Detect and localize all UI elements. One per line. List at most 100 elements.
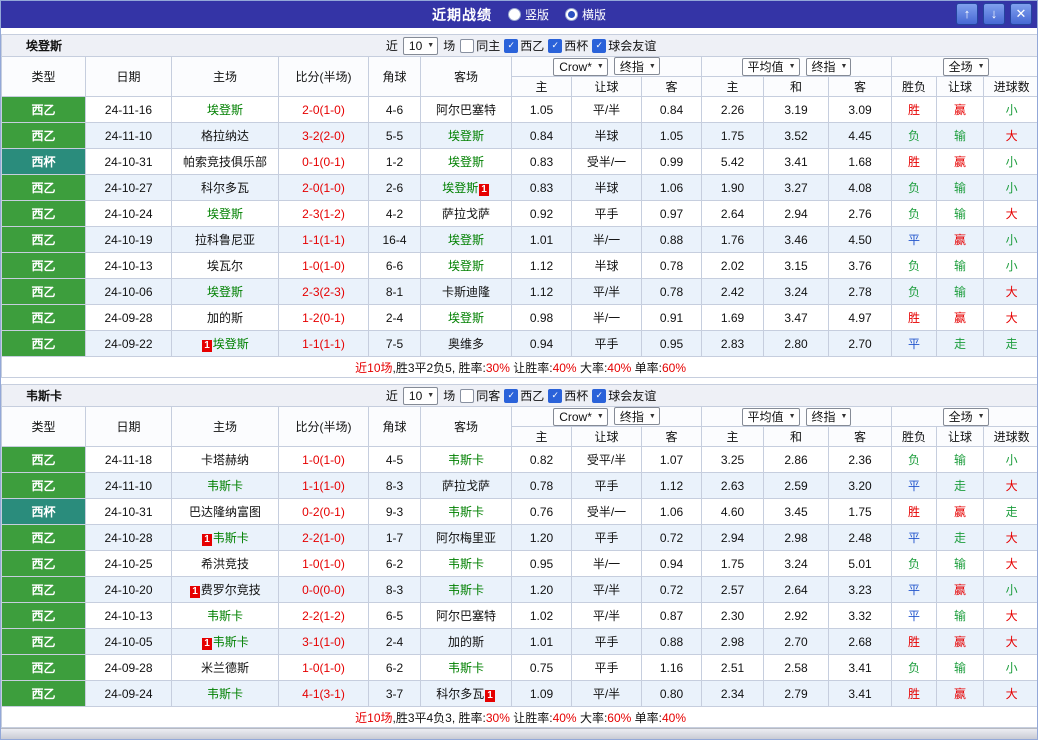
home-team-cell[interactable]: 希洪竞技 — [171, 550, 279, 577]
league-filter-1[interactable]: 西乙 — [504, 37, 544, 54]
away-team-cell[interactable]: 埃登斯 — [420, 252, 512, 279]
home-team-cell[interactable]: 1 费罗尔竞技 — [171, 576, 279, 603]
home-team-cell[interactable]: 埃瓦尔 — [171, 252, 279, 279]
home-team-cell[interactable]: 帕索竞技俱乐部 — [171, 148, 279, 175]
away-team-cell[interactable]: 韦斯卡 — [420, 446, 512, 473]
home-team-cell[interactable]: 拉科鲁尼亚 — [171, 226, 279, 253]
score-cell[interactable]: 0-2(0-1) — [278, 498, 369, 525]
result-scope-select[interactable]: 全场 ▼ — [942, 407, 989, 426]
odds-time-select[interactable]: 终指 ▼ — [613, 57, 660, 76]
score-cell[interactable]: 2-3(1-2) — [278, 200, 369, 227]
score-cell[interactable]: 2-3(2-3) — [278, 278, 369, 305]
home-team-cell[interactable]: 加的斯 — [171, 304, 279, 331]
score-cell[interactable]: 1-0(1-0) — [278, 654, 369, 681]
score-cell[interactable]: 1-0(1-0) — [278, 252, 369, 279]
away-team-cell[interactable]: 埃登斯 1 — [420, 174, 512, 201]
avg-draw-odds-cell: 2.59 — [763, 472, 829, 499]
score-cell[interactable]: 1-2(0-1) — [278, 304, 369, 331]
score-cell[interactable]: 0-1(0-1) — [278, 148, 369, 175]
layout-mode-vertical[interactable]: 竖版 — [507, 6, 549, 23]
avg-source-select[interactable]: 平均值 ▼ — [741, 407, 800, 426]
scroll-down-button[interactable]: ↓ — [983, 3, 1005, 25]
league-filter-1[interactable]: 西乙 — [504, 387, 544, 404]
away-team-cell[interactable]: 奥维多 — [420, 330, 512, 357]
sub-col-header: 客 — [641, 426, 702, 447]
avg-time-select-value: 终指 — [811, 410, 836, 424]
layout-mode-horizontal[interactable]: 横版 — [565, 6, 606, 23]
league-type-cell: 西乙 — [1, 252, 86, 279]
date-cell: 24-10-31 — [85, 498, 172, 525]
league-filter-3[interactable]: 球会友谊 — [592, 387, 656, 404]
crow-odds-group-header: Crow* ▼ 终指 ▼ — [511, 406, 702, 427]
odds-source-select[interactable]: Crow* ▼ — [553, 407, 608, 426]
same-venue-filter[interactable]: 同客 — [460, 387, 500, 404]
score-cell[interactable]: 1-0(1-0) — [278, 446, 369, 473]
league-filter-2[interactable]: 西杯 — [548, 387, 588, 404]
away-team-cell[interactable]: 埃登斯 — [420, 148, 512, 175]
crow-handicap-cell: 平手 — [571, 472, 642, 499]
crow-home-odds-cell: 0.83 — [511, 148, 572, 175]
away-team-cell[interactable]: 科尔多瓦 1 — [420, 680, 512, 707]
avg-source-select[interactable]: 平均值 ▼ — [741, 57, 800, 76]
match-count-select[interactable]: 10 ▼ — [402, 36, 439, 55]
crow-away-odds-cell: 0.78 — [641, 252, 702, 279]
score-cell[interactable]: 0-0(0-0) — [278, 576, 369, 603]
home-team-cell[interactable]: 埃登斯 — [171, 278, 279, 305]
home-team-cell[interactable]: 科尔多瓦 — [171, 174, 279, 201]
home-team-cell[interactable]: 埃登斯 — [171, 200, 279, 227]
away-team-cell[interactable]: 韦斯卡 — [420, 576, 512, 603]
home-team-cell[interactable]: 米兰德斯 — [171, 654, 279, 681]
home-team-cell[interactable]: 埃登斯 — [171, 96, 279, 123]
away-team-cell[interactable]: 萨拉戈萨 — [420, 200, 512, 227]
away-team-cell[interactable]: 韦斯卡 — [420, 654, 512, 681]
away-team-cell[interactable]: 萨拉戈萨 — [420, 472, 512, 499]
score-cell[interactable]: 2-2(1-2) — [278, 602, 369, 629]
avg-time-select[interactable]: 终指 ▼ — [805, 407, 852, 426]
date-cell: 24-10-24 — [85, 200, 172, 227]
home-team-cell[interactable]: 1 埃登斯 — [171, 330, 279, 357]
same-venue-filter[interactable]: 同主 — [460, 37, 500, 54]
league-filter-3[interactable]: 球会友谊 — [592, 37, 656, 54]
away-team-cell[interactable]: 加的斯 — [420, 628, 512, 655]
away-team-cell[interactable]: 韦斯卡 — [420, 550, 512, 577]
away-team-cell[interactable]: 埃登斯 — [420, 122, 512, 149]
close-button[interactable]: ✕ — [1010, 3, 1032, 25]
score-cell[interactable]: 3-1(1-0) — [278, 628, 369, 655]
away-team-cell[interactable]: 韦斯卡 — [420, 498, 512, 525]
away-team-cell[interactable]: 阿尔巴塞特 — [420, 96, 512, 123]
result-scope-select[interactable]: 全场 ▼ — [942, 57, 989, 76]
score-cell[interactable]: 1-1(1-0) — [278, 472, 369, 499]
match-count-select[interactable]: 10 ▼ — [402, 386, 439, 405]
avg-time-select[interactable]: 终指 ▼ — [805, 57, 852, 76]
home-team-cell[interactable]: 韦斯卡 — [171, 472, 279, 499]
away-team-cell[interactable]: 阿尔梅里亚 — [420, 524, 512, 551]
checkbox-checked-icon — [592, 38, 607, 53]
odds-time-select[interactable]: 终指 ▼ — [613, 407, 660, 426]
scroll-up-button[interactable]: ↑ — [956, 3, 978, 25]
home-team-cell[interactable]: 韦斯卡 — [171, 680, 279, 707]
score-cell[interactable]: 1-0(1-0) — [278, 550, 369, 577]
away-team-cell[interactable]: 埃登斯 — [420, 226, 512, 253]
avg-away-odds-cell: 3.41 — [828, 680, 892, 707]
score-cell[interactable]: 4-1(3-1) — [278, 680, 369, 707]
away-team-cell[interactable]: 埃登斯 — [420, 304, 512, 331]
home-team-cell[interactable]: 卡塔赫纳 — [171, 446, 279, 473]
home-team-cell[interactable]: 1 韦斯卡 — [171, 628, 279, 655]
odds-source-select[interactable]: Crow* ▼ — [553, 57, 608, 76]
home-team-cell[interactable]: 韦斯卡 — [171, 602, 279, 629]
home-team-cell[interactable]: 格拉纳达 — [171, 122, 279, 149]
score-cell[interactable]: 1-1(1-1) — [278, 330, 369, 357]
score-cell[interactable]: 2-2(1-0) — [278, 524, 369, 551]
home-team-cell[interactable]: 巴达隆纳富图 — [171, 498, 279, 525]
avg-draw-odds-cell: 3.24 — [763, 550, 829, 577]
score-cell[interactable]: 3-2(2-0) — [278, 122, 369, 149]
score-cell[interactable]: 1-1(1-1) — [278, 226, 369, 253]
score-cell[interactable]: 2-0(1-0) — [278, 96, 369, 123]
away-team-cell[interactable]: 阿尔巴塞特 — [420, 602, 512, 629]
avg-draw-odds-cell: 3.46 — [763, 226, 829, 253]
home-team-cell[interactable]: 1 韦斯卡 — [171, 524, 279, 551]
league-filter-2[interactable]: 西杯 — [548, 37, 588, 54]
score-cell[interactable]: 2-0(1-0) — [278, 174, 369, 201]
league-type-cell: 西乙 — [1, 122, 86, 149]
away-team-cell[interactable]: 卡斯迪隆 — [420, 278, 512, 305]
